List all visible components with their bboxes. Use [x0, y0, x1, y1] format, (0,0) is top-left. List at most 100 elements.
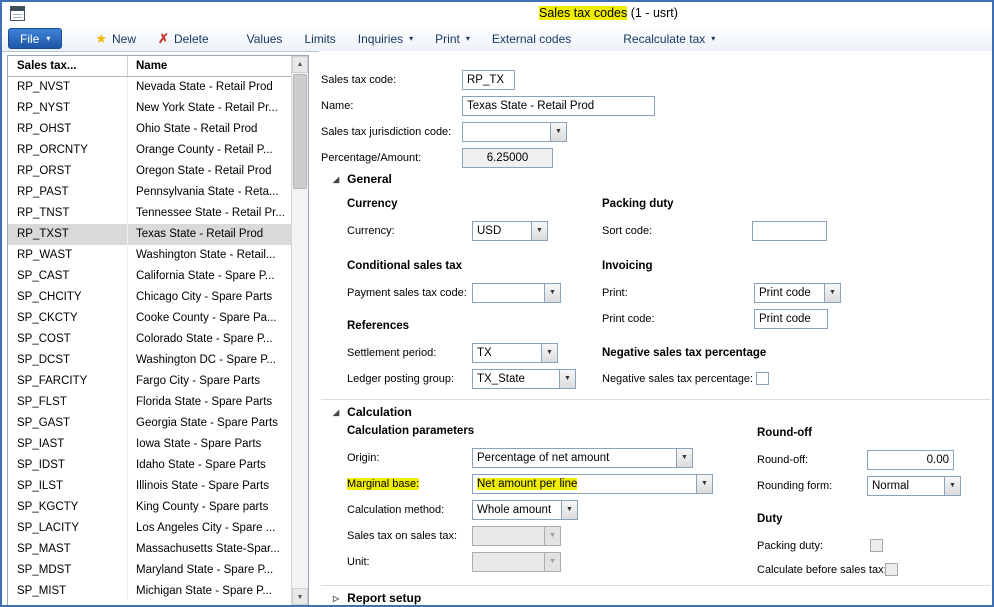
section-report-setup-header[interactable]: ▷Report setup [321, 585, 990, 607]
table-row[interactable]: RP_PASTPennsylvania State - Reta... [8, 182, 291, 203]
tax-code-cell[interactable]: SP_CKCTY [8, 308, 128, 329]
table-row[interactable]: RP_WASTWashington State - Retail... [8, 245, 291, 266]
settlement-period-combo[interactable]: TX ▼ [472, 343, 558, 363]
marginal-base-combo[interactable]: Net amount per line ▼ [472, 474, 713, 494]
table-row[interactable]: SP_DCSTWashington DC - Spare P... [8, 350, 291, 371]
tax-code-cell[interactable]: SP_GAST [8, 413, 128, 434]
table-row[interactable]: SP_CKCTYCooke County - Spare Pa... [8, 308, 291, 329]
tax-code-cell[interactable]: RP_NYST [8, 98, 128, 119]
tax-name-cell[interactable]: Colorado State - Spare P... [128, 329, 291, 350]
calculation-method-combo[interactable]: Whole amount ▼ [472, 500, 578, 520]
chevron-down-icon[interactable]: ▼ [696, 475, 712, 493]
tax-name-cell[interactable]: Illinois State - Spare Parts [128, 476, 291, 497]
tax-code-cell[interactable]: SP_FARCITY [8, 371, 128, 392]
negative-sales-tax-checkbox[interactable] [756, 372, 769, 385]
tax-code-cell[interactable]: RP_OHST [8, 119, 128, 140]
ledger-posting-group-combo[interactable]: TX_State ▼ [472, 369, 576, 389]
chevron-down-icon[interactable]: ▼ [676, 449, 692, 467]
recalculate-tax-menu[interactable]: Recalculate tax ▾ [612, 26, 726, 51]
tax-code-cell[interactable]: SP_MDST [8, 560, 128, 581]
tax-name-cell[interactable]: Orange County - Retail P... [128, 140, 291, 161]
table-row[interactable]: SP_CHCITYChicago City - Spare Parts [8, 287, 291, 308]
limits-button[interactable]: Limits [293, 26, 346, 51]
tax-name-cell[interactable]: King County - Spare parts [128, 497, 291, 518]
table-row[interactable]: RP_TXSTTexas State - Retail Prod [8, 224, 291, 245]
chevron-down-icon[interactable]: ▼ [824, 284, 840, 302]
round-off-field[interactable]: 0.00 [867, 450, 954, 470]
table-row[interactable]: SP_IDSTIdaho State - Spare Parts [8, 455, 291, 476]
tax-code-cell[interactable]: RP_WAST [8, 245, 128, 266]
tax-name-cell[interactable]: Nevada State - Retail Prod [128, 77, 291, 98]
tax-code-cell[interactable]: SP_IAST [8, 434, 128, 455]
tax-name-cell[interactable]: Cooke County - Spare Pa... [128, 308, 291, 329]
tax-name-cell[interactable]: Oregon State - Retail Prod [128, 161, 291, 182]
table-row[interactable]: SP_CASTCalifornia State - Spare P... [8, 266, 291, 287]
tax-name-cell[interactable]: New York State - Retail Pr... [128, 98, 291, 119]
external-codes-button[interactable]: External codes [481, 26, 582, 51]
tax-code-cell[interactable]: SP_FLST [8, 392, 128, 413]
table-row[interactable]: RP_TNSTTennessee State - Retail Pr... [8, 203, 291, 224]
file-menu-button[interactable]: File ▾ [8, 28, 62, 49]
scroll-down-button[interactable]: ▲ [292, 588, 308, 605]
tax-name-cell[interactable]: Washington DC - Spare P... [128, 350, 291, 371]
chevron-down-icon[interactable]: ▼ [944, 477, 960, 495]
tax-name-cell[interactable]: Idaho State - Spare Parts [128, 455, 291, 476]
section-general-header[interactable]: ◢General [321, 172, 990, 194]
table-row[interactable]: SP_COSTColorado State - Spare P... [8, 329, 291, 350]
tax-name-cell[interactable]: Massachusetts State-Spar... [128, 539, 291, 560]
rounding-form-combo[interactable]: Normal ▼ [867, 476, 961, 496]
table-row[interactable]: SP_IASTIowa State - Spare Parts [8, 434, 291, 455]
table-row[interactable]: SP_ILSTIllinois State - Spare Parts [8, 476, 291, 497]
tax-code-cell[interactable]: SP_CHCITY [8, 287, 128, 308]
tax-code-cell[interactable]: RP_TNST [8, 203, 128, 224]
table-row[interactable]: SP_LACITYLos Angeles City - Spare ... [8, 518, 291, 539]
tax-name-cell[interactable]: Chicago City - Spare Parts [128, 287, 291, 308]
print-code-field[interactable]: Print code [754, 309, 828, 329]
print-menu[interactable]: Print ▾ [424, 26, 481, 51]
table-row[interactable]: SP_KGCTYKing County - Spare parts [8, 497, 291, 518]
chevron-down-icon[interactable]: ▼ [544, 284, 560, 302]
tax-code-cell[interactable]: SP_DCST [8, 350, 128, 371]
tax-code-cell[interactable]: SP_KGCTY [8, 497, 128, 518]
tax-name-cell[interactable]: California State - Spare P... [128, 266, 291, 287]
vertical-scrollbar[interactable]: ▲ ▲ [291, 56, 308, 605]
delete-button[interactable]: ✗ Delete [147, 26, 220, 51]
payment-sales-tax-code-combo[interactable]: ▼ [472, 283, 561, 303]
name-field[interactable]: Texas State - Retail Prod [462, 96, 655, 116]
table-row[interactable]: SP_GASTGeorgia State - Spare Parts [8, 413, 291, 434]
inquiries-menu[interactable]: Inquiries ▾ [347, 26, 424, 51]
chevron-down-icon[interactable]: ▼ [559, 370, 575, 388]
scroll-up-button[interactable]: ▲ [292, 56, 308, 73]
table-row[interactable]: SP_MDSTMaryland State - Spare P... [8, 560, 291, 581]
column-header-sales-tax[interactable]: Sales tax... [8, 56, 128, 76]
table-row[interactable]: RP_NYSTNew York State - Retail Pr... [8, 98, 291, 119]
tax-name-cell[interactable]: Iowa State - Spare Parts [128, 434, 291, 455]
table-row[interactable]: SP_FLSTFlorida State - Spare Parts [8, 392, 291, 413]
tax-name-cell[interactable]: Florida State - Spare Parts [128, 392, 291, 413]
values-button[interactable]: Values [236, 26, 294, 51]
tax-name-cell[interactable]: Pennsylvania State - Reta... [128, 182, 291, 203]
tax-code-cell[interactable]: SP_ILST [8, 476, 128, 497]
tax-name-cell[interactable]: Texas State - Retail Prod [128, 224, 291, 245]
column-header-name[interactable]: Name [128, 56, 291, 76]
tax-code-cell[interactable]: SP_MIST [8, 581, 128, 602]
tax-name-cell[interactable]: Ohio State - Retail Prod [128, 119, 291, 140]
tax-name-cell[interactable]: Michigan State - Spare P... [128, 581, 291, 602]
tax-name-cell[interactable]: Maryland State - Spare P... [128, 560, 291, 581]
chevron-down-icon[interactable]: ▼ [550, 123, 566, 141]
table-row[interactable]: RP_OHSTOhio State - Retail Prod [8, 119, 291, 140]
currency-combo[interactable]: USD ▼ [472, 221, 548, 241]
chevron-down-icon[interactable]: ▼ [541, 344, 557, 362]
tax-name-cell[interactable]: Fargo City - Spare Parts [128, 371, 291, 392]
origin-combo[interactable]: Percentage of net amount ▼ [472, 448, 693, 468]
tax-code-cell[interactable]: SP_MAST [8, 539, 128, 560]
table-row[interactable]: RP_NVSTNevada State - Retail Prod [8, 77, 291, 98]
tax-code-cell[interactable]: RP_ORCNTY [8, 140, 128, 161]
sales-tax-code-field[interactable]: RP_TX [462, 70, 515, 90]
sort-code-field[interactable] [752, 221, 827, 241]
tax-code-cell[interactable]: RP_NVST [8, 77, 128, 98]
tax-name-cell[interactable]: Georgia State - Spare Parts [128, 413, 291, 434]
chevron-down-icon[interactable]: ▼ [561, 501, 577, 519]
tax-code-cell[interactable]: SP_LACITY [8, 518, 128, 539]
scrollbar-thumb[interactable] [293, 74, 307, 189]
